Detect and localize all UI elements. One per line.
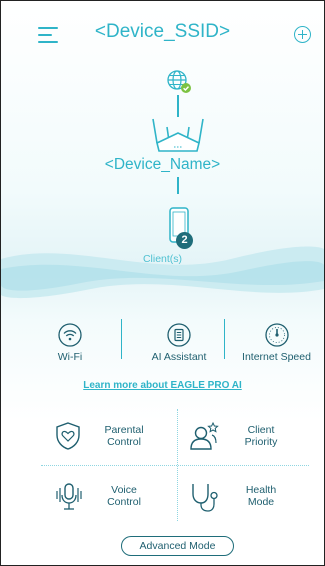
tile-label-line: Control (107, 436, 141, 448)
tile-label-line: Health (245, 484, 277, 496)
tile-label-line: Control (107, 496, 141, 508)
voice-control-label: Voice Control (89, 484, 159, 508)
parental-control-label: Parental Control (89, 424, 159, 448)
tile-label-line: Parental (104, 424, 144, 436)
tile-label-line: Client (247, 424, 275, 436)
speedometer-icon (264, 323, 289, 347)
wifi-icon (58, 323, 82, 347)
divider (41, 465, 309, 466)
app-screen: <Device_SSID> <Device_Name> 2 Client(s) … (0, 0, 325, 566)
add-circle-icon[interactable] (294, 26, 311, 43)
router-device-name[interactable]: <Device_Name> (1, 156, 324, 174)
stethoscope-icon (192, 484, 218, 512)
health-mode-tile[interactable]: Health Mode (188, 481, 324, 525)
header: <Device_SSID> (1, 1, 324, 61)
tile-label-line: Mode (247, 496, 275, 508)
learn-more-link[interactable]: Learn more about EAGLE PRO AI (1, 380, 324, 391)
internet-speed-label: Internet Speed (242, 351, 311, 363)
ai-assistant-button[interactable]: AI Assistant (124, 323, 234, 371)
voice-control-tile[interactable]: Voice Control (53, 481, 193, 525)
tile-label-line: Priority (244, 436, 278, 448)
parental-control-tile[interactable]: Parental Control (53, 421, 193, 465)
health-mode-label: Health Mode (226, 484, 296, 508)
client-priority-tile[interactable]: Client Priority (188, 421, 324, 465)
divider (224, 319, 225, 359)
connection-line (177, 177, 179, 194)
wifi-button[interactable]: Wi-Fi (20, 323, 120, 371)
connection-line (177, 95, 179, 117)
globe-icon[interactable] (164, 68, 194, 103)
microphone-icon (56, 483, 82, 510)
internet-speed-button[interactable]: Internet Speed (229, 323, 324, 371)
document-icon (167, 323, 191, 347)
client-count-badge: 2 (176, 232, 193, 249)
wifi-label: Wi-Fi (57, 351, 83, 363)
client-priority-label: Client Priority (226, 424, 296, 448)
network-ssid-title: <Device_SSID> (94, 21, 231, 42)
users-star-icon (190, 421, 219, 450)
divider (121, 319, 122, 359)
tile-label-line: Voice (111, 484, 137, 496)
shield-heart-icon (56, 422, 80, 450)
wave-band (1, 246, 324, 299)
clients-label[interactable]: Client(s) (1, 253, 324, 265)
advanced-mode-button[interactable]: Advanced Mode (121, 536, 234, 556)
ai-assistant-label: AI Assistant (151, 351, 207, 363)
